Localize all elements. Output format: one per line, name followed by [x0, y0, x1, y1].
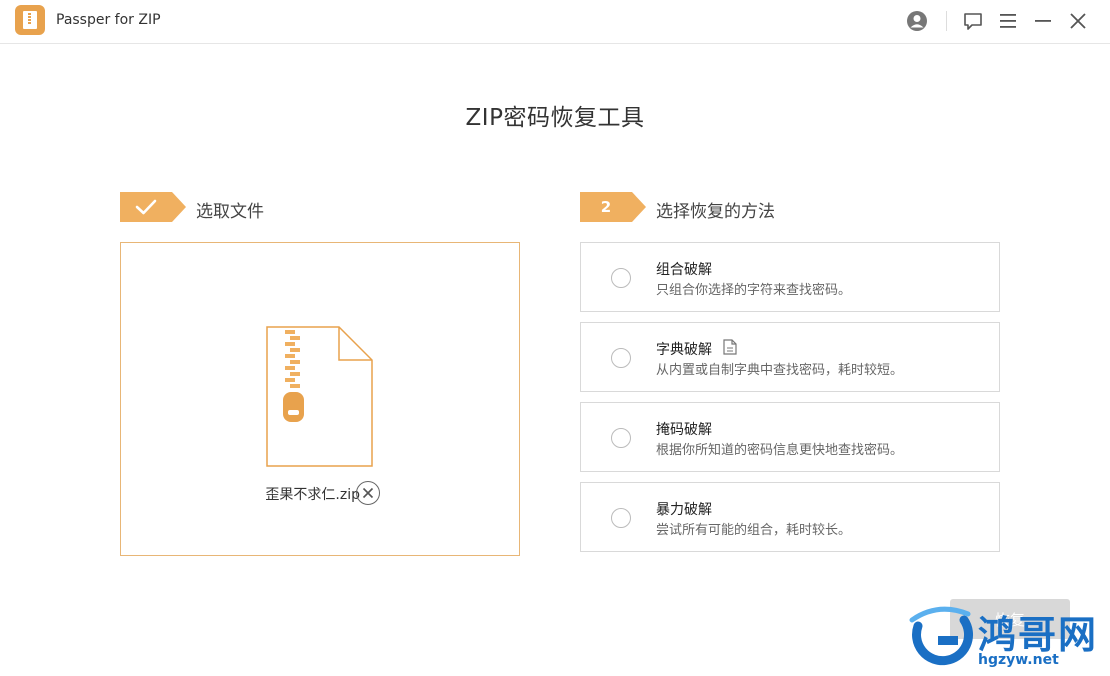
step1-label: 选取文件 — [196, 202, 264, 222]
zip-file-icon — [266, 326, 373, 467]
remove-x-icon — [362, 487, 374, 499]
method-title: 字典破解 — [656, 342, 712, 358]
selected-file-name: 歪果不求仁.zip — [265, 487, 360, 503]
minimize-icon[interactable] — [1031, 9, 1055, 33]
watermark: 鸿哥网 hgzyw.net — [906, 604, 1106, 672]
method-title: 组合破解 — [656, 262, 712, 278]
close-icon[interactable] — [1066, 9, 1090, 33]
radio-dictionary[interactable] — [611, 348, 631, 368]
step2-badge: 2 — [580, 192, 646, 222]
method-title: 掩码破解 — [656, 422, 712, 438]
step2-label: 选择恢复的方法 — [656, 202, 775, 222]
watermark-url: hgzyw.net — [978, 652, 1059, 668]
title-bar: Passper for ZIP — [0, 0, 1110, 44]
method-combination[interactable]: 组合破解 只组合你选择的字符来查找密码。 — [580, 242, 1000, 312]
method-description: 尝试所有可能的组合，耗时较长。 — [656, 523, 852, 538]
method-description: 根据你所知道的密码信息更快地查找密码。 — [656, 443, 904, 458]
radio-brute-force[interactable] — [611, 508, 631, 528]
titlebar-divider — [946, 11, 947, 31]
page-title: ZIP密码恢复工具 — [465, 105, 645, 131]
app-title: Passper for ZIP — [56, 12, 161, 28]
checkmark-icon — [135, 199, 157, 215]
method-description: 从内置或自制字典中查找密码，耗时较短。 — [656, 363, 904, 378]
radio-combination[interactable] — [611, 268, 631, 288]
dictionary-doc-icon[interactable] — [723, 339, 737, 355]
menu-icon[interactable] — [996, 9, 1020, 33]
method-brute-force[interactable]: 暴力破解 尝试所有可能的组合，耗时较长。 — [580, 482, 1000, 552]
remove-file-button[interactable] — [356, 481, 380, 505]
app-logo-icon — [15, 5, 45, 35]
account-icon[interactable] — [905, 9, 929, 33]
radio-mask[interactable] — [611, 428, 631, 448]
feedback-icon[interactable] — [961, 9, 985, 33]
watermark-logo-icon — [909, 606, 973, 666]
step1-badge — [120, 192, 186, 222]
method-dictionary[interactable]: 字典破解 从内置或自制字典中查找密码，耗时较短。 — [580, 322, 1000, 392]
method-mask[interactable]: 掩码破解 根据你所知道的密码信息更快地查找密码。 — [580, 402, 1000, 472]
method-description: 只组合你选择的字符来查找密码。 — [656, 283, 852, 298]
method-title: 暴力破解 — [656, 502, 712, 518]
watermark-text: 鸿哥网 — [978, 613, 1099, 657]
